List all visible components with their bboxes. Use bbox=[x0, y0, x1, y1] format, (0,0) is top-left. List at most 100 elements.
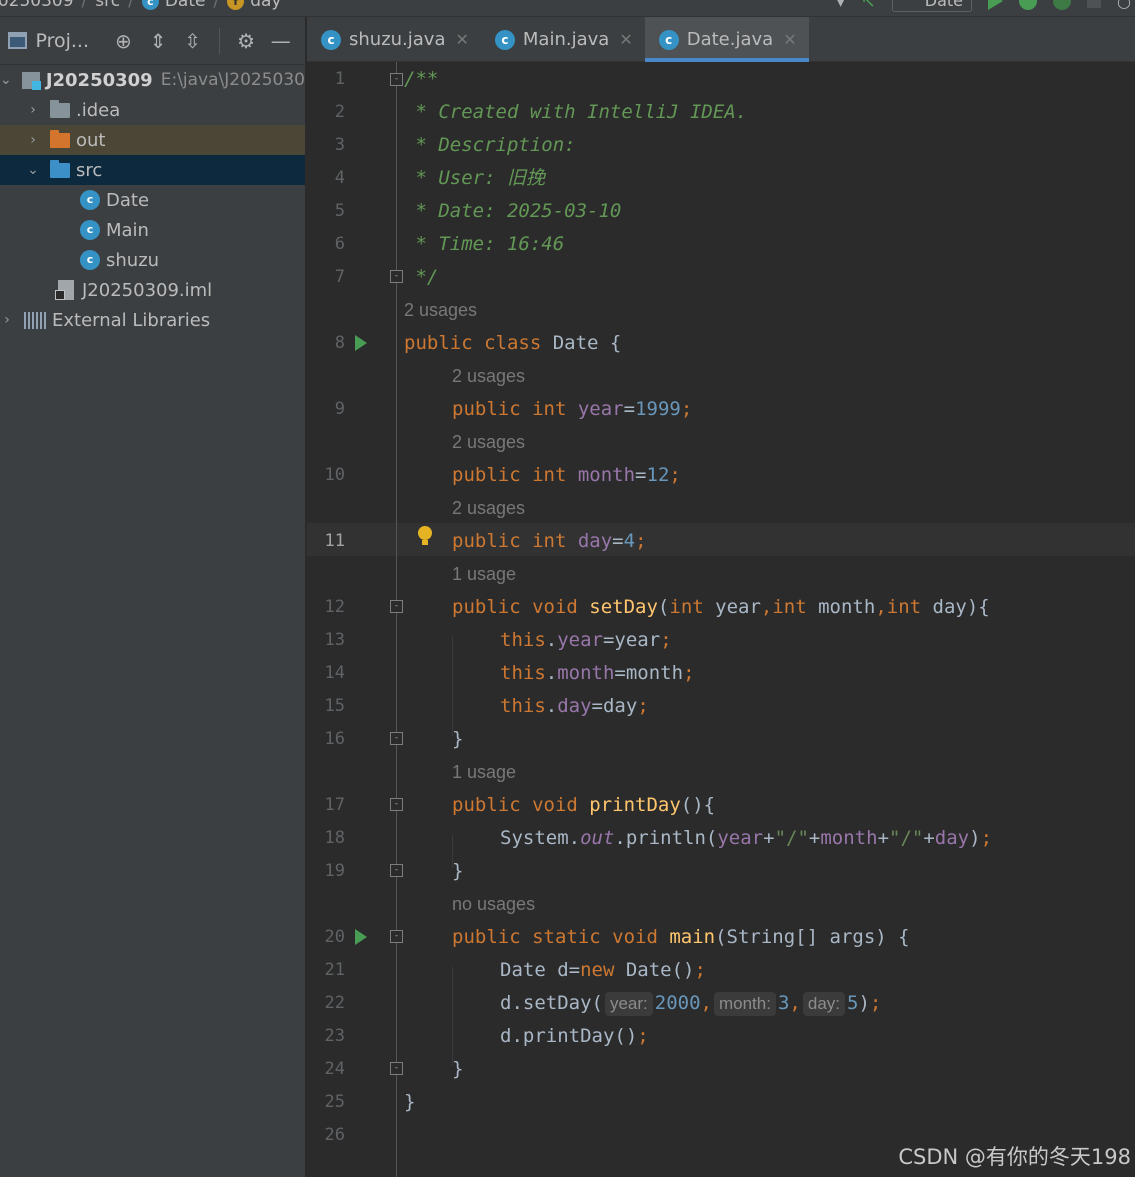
line-number: 26 bbox=[324, 1125, 345, 1145]
lightbulb-icon[interactable] bbox=[418, 526, 432, 546]
project-panel-header: Proj... ⊕ ⇕ ⇳ ⚙ — bbox=[0, 17, 305, 65]
arg-month: 3 bbox=[777, 992, 790, 1014]
line-number: 7 bbox=[334, 267, 345, 287]
hide-icon[interactable]: — bbox=[270, 29, 291, 53]
code-line-7: */ bbox=[404, 266, 439, 288]
breadcrumb-project[interactable]: J20250309 bbox=[0, 0, 74, 11]
fold-icon[interactable]: - bbox=[390, 73, 403, 86]
tab-main-java[interactable]: c Main.java ✕ bbox=[481, 17, 645, 62]
tree-item-label: J20250309 bbox=[45, 69, 153, 91]
fold-icon[interactable]: - bbox=[390, 930, 403, 943]
class-icon: c bbox=[658, 29, 679, 50]
debug-icon[interactable] bbox=[1019, 0, 1038, 10]
line-number: 16 bbox=[324, 729, 345, 749]
code-line-21: Date d=new Date(); bbox=[500, 959, 706, 981]
tree-item-iml[interactable]: J20250309.iml bbox=[0, 275, 305, 305]
tree-item-label: Main bbox=[106, 219, 149, 241]
gear-icon[interactable]: ⚙ bbox=[236, 29, 257, 53]
class-icon: c bbox=[141, 0, 159, 10]
chevron-right-icon[interactable]: › bbox=[0, 312, 14, 328]
parameter-hint: year: bbox=[604, 992, 653, 1016]
line-number: 24 bbox=[324, 1059, 345, 1079]
line-number: 15 bbox=[324, 696, 345, 716]
usages-hint[interactable]: 2 usages bbox=[404, 294, 477, 327]
usages-hint[interactable]: 2 usages bbox=[452, 360, 525, 393]
run-config-select[interactable]: Date bbox=[891, 0, 973, 12]
line-number-current: 11 bbox=[324, 531, 345, 551]
tree-item-module[interactable]: ⌄ J20250309 E:\java\J2025030 bbox=[0, 65, 305, 95]
usages-hint[interactable]: 1 usage bbox=[452, 756, 516, 789]
tree-item-external-libraries[interactable]: › External Libraries bbox=[0, 305, 305, 335]
tree-item-src[interactable]: ⌄ src bbox=[0, 155, 305, 185]
back-arrow-icon[interactable]: ↖ bbox=[861, 0, 876, 12]
line-number: 25 bbox=[324, 1092, 345, 1112]
close-icon[interactable]: ✕ bbox=[783, 30, 796, 49]
close-icon[interactable]: ✕ bbox=[456, 30, 469, 49]
tab-label: shuzu.java bbox=[349, 29, 446, 50]
code-line-16: } bbox=[452, 728, 464, 750]
fold-icon[interactable]: - bbox=[390, 864, 403, 877]
fold-icon[interactable]: - bbox=[390, 600, 403, 613]
tree-item-class-date[interactable]: c Date bbox=[0, 185, 305, 215]
code-line-17: public void printDay(){ bbox=[452, 794, 716, 816]
project-panel: Proj... ⊕ ⇕ ⇳ ⚙ — ⌄ J20250309 E:\java\J2… bbox=[0, 17, 306, 1177]
line-number: 1 bbox=[334, 69, 345, 89]
line-number: 5 bbox=[334, 201, 345, 221]
breadcrumb-folder[interactable]: src bbox=[95, 0, 120, 11]
class-icon: c bbox=[80, 220, 100, 240]
watermark: CSDN @有你的冬天198 bbox=[898, 1145, 1131, 1169]
collapse-all-icon[interactable]: ⇳ bbox=[182, 29, 203, 53]
chevron-right-icon[interactable]: › bbox=[26, 102, 40, 118]
code-line-20: public static void main(String[] args) { bbox=[452, 926, 910, 948]
tree-item-label: External Libraries bbox=[52, 309, 211, 331]
code-line-18: System.out.println(year+"/"+month+"/"+da… bbox=[500, 827, 993, 849]
code-line-14: this.month=month; bbox=[500, 662, 695, 684]
code-line-4: * User: 旧挽 bbox=[404, 167, 545, 189]
code-editor[interactable]: 1 2 3 4 5 6 7 8 9 10 11 12 13 14 15 16 1… bbox=[307, 62, 1135, 1177]
breadcrumb-class[interactable]: Date bbox=[165, 0, 206, 11]
usages-hint[interactable]: 1 usage bbox=[452, 558, 516, 591]
fold-icon[interactable]: - bbox=[390, 1062, 403, 1075]
close-icon[interactable]: ✕ bbox=[619, 30, 632, 49]
tree-item-label: shuzu bbox=[106, 249, 160, 271]
tree-item-out[interactable]: › out bbox=[0, 125, 305, 155]
module-folder-icon bbox=[21, 71, 41, 90]
line-number: 13 bbox=[324, 630, 345, 650]
tab-shuzu-java[interactable]: c shuzu.java ✕ bbox=[307, 17, 481, 62]
class-icon: c bbox=[494, 29, 515, 50]
fold-icon[interactable]: - bbox=[390, 270, 403, 283]
line-number: 3 bbox=[334, 135, 345, 155]
chevron-right-icon[interactable]: › bbox=[26, 132, 40, 148]
coverage-icon[interactable] bbox=[1053, 0, 1072, 10]
tree-item-idea[interactable]: › .idea bbox=[0, 95, 305, 125]
user-icon[interactable]: ▾ bbox=[837, 0, 845, 11]
stop-icon[interactable] bbox=[1087, 0, 1102, 8]
chevron-down-icon[interactable]: ⌄ bbox=[0, 72, 12, 88]
expand-all-icon[interactable]: ⇕ bbox=[148, 29, 169, 53]
code-line-23: d.printDay(); bbox=[500, 1025, 649, 1047]
search-icon[interactable]: ○ bbox=[1117, 0, 1131, 11]
run-gutter-icon[interactable] bbox=[355, 929, 367, 945]
run-icon[interactable] bbox=[988, 0, 1004, 10]
run-gutter-icon[interactable] bbox=[355, 335, 367, 351]
fold-icon[interactable]: - bbox=[390, 798, 403, 811]
class-icon: c bbox=[80, 250, 100, 270]
usages-hint[interactable]: no usages bbox=[452, 888, 535, 921]
tree-item-class-main[interactable]: c Main bbox=[0, 215, 305, 245]
locate-icon[interactable]: ⊕ bbox=[113, 29, 134, 53]
line-number: 14 bbox=[324, 663, 345, 683]
tab-date-java[interactable]: c Date.java ✕ bbox=[644, 17, 809, 62]
fold-icon[interactable]: - bbox=[390, 732, 403, 745]
divider bbox=[218, 27, 220, 54]
breadcrumb-separator: / bbox=[128, 0, 134, 11]
chevron-down-icon[interactable]: ⌄ bbox=[26, 162, 40, 178]
code-line-25: } bbox=[404, 1091, 416, 1113]
project-panel-title[interactable]: Proj... bbox=[35, 30, 89, 52]
tree-item-class-shuzu[interactable]: c shuzu bbox=[0, 245, 305, 275]
usages-hint[interactable]: 2 usages bbox=[452, 426, 525, 459]
parameter-hint: day: bbox=[802, 992, 845, 1016]
breadcrumb-member[interactable]: day bbox=[250, 0, 281, 11]
code-line-13: this.year=year; bbox=[500, 629, 672, 651]
usages-hint[interactable]: 2 usages bbox=[452, 492, 525, 525]
arg-year: 2000 bbox=[654, 992, 701, 1014]
